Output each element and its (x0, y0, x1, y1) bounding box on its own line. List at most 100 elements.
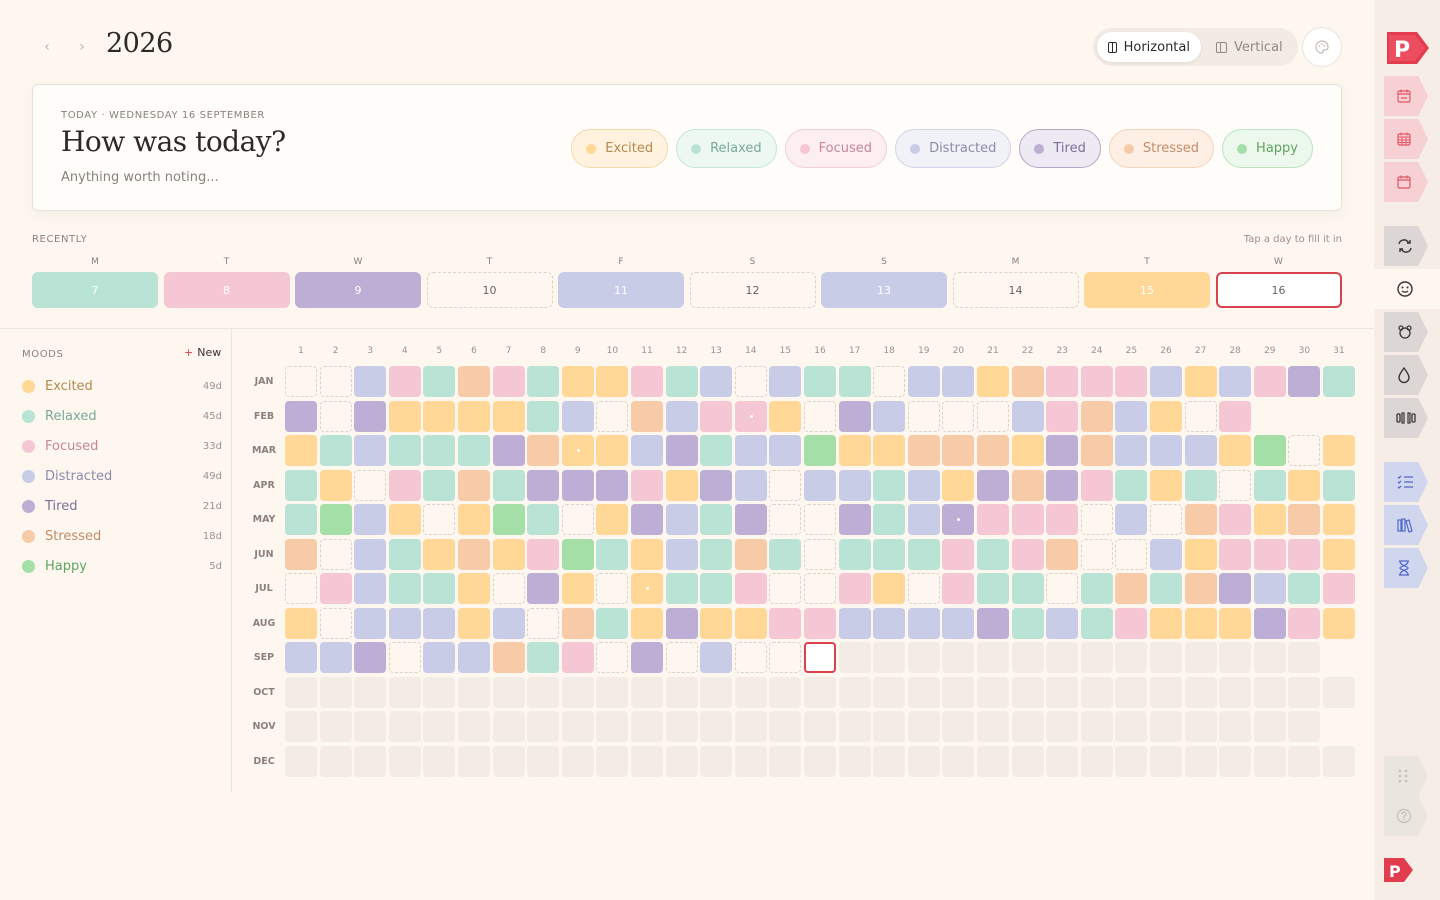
day-cell[interactable] (873, 573, 906, 604)
day-cell[interactable] (423, 366, 456, 397)
day-cell[interactable] (700, 538, 733, 570)
day-cell[interactable] (319, 366, 352, 397)
day-cell[interactable] (285, 538, 317, 570)
day-cell[interactable] (1288, 504, 1321, 535)
day-cell[interactable] (1011, 538, 1044, 570)
day-cell[interactable] (977, 573, 1009, 604)
mood-list-item[interactable]: Excited 49d (22, 376, 222, 396)
day-cell[interactable] (1115, 538, 1148, 570)
day-cell[interactable] (492, 469, 525, 501)
recent-day[interactable]: 14 (952, 272, 1079, 308)
brand-icon[interactable]: P (1384, 855, 1414, 885)
day-cell[interactable] (942, 538, 975, 570)
day-cell[interactable] (631, 504, 663, 535)
day-cell[interactable] (1219, 400, 1252, 432)
day-cell[interactable] (561, 642, 594, 673)
day-cell[interactable] (769, 469, 802, 501)
day-cell[interactable] (907, 538, 940, 570)
day-cell[interactable] (873, 366, 906, 397)
month-icon[interactable] (1384, 119, 1428, 159)
day-cell[interactable] (527, 435, 560, 466)
day-cell[interactable] (838, 607, 871, 639)
day-cell[interactable] (596, 607, 629, 639)
day-cell[interactable] (838, 538, 871, 570)
recent-day[interactable]: 12 (689, 272, 816, 308)
day-cell[interactable] (527, 642, 560, 673)
day-cell[interactable] (458, 642, 490, 673)
day-cell[interactable] (1150, 504, 1182, 535)
day-cell[interactable] (423, 469, 456, 501)
day-cell[interactable] (769, 573, 802, 604)
day-cell[interactable] (665, 435, 698, 466)
day-cell[interactable] (1115, 435, 1148, 466)
day-cell[interactable] (1219, 469, 1252, 501)
day-cell[interactable] (1011, 400, 1044, 432)
day-cell[interactable] (596, 435, 629, 466)
day-cell[interactable] (388, 538, 421, 570)
day-cell[interactable] (631, 469, 663, 501)
day-cell[interactable] (1219, 538, 1252, 570)
day-cell[interactable] (1288, 538, 1321, 570)
day-cell[interactable] (527, 607, 560, 639)
day-cell[interactable] (492, 504, 525, 535)
day-cell[interactable] (769, 366, 802, 397)
day-cell[interactable] (1150, 469, 1182, 501)
day-cell[interactable] (1323, 366, 1355, 397)
day-cell[interactable] (1288, 573, 1321, 604)
day-cell[interactable] (596, 642, 629, 673)
day-cell[interactable] (1080, 607, 1113, 639)
day-cell[interactable] (734, 435, 767, 466)
mood-list-item[interactable]: Stressed 18d (22, 526, 222, 546)
day-cell[interactable] (873, 435, 906, 466)
mood-chip-tired[interactable]: Tired (1019, 129, 1101, 168)
mood-chip-excited[interactable]: Excited (571, 129, 669, 168)
day-cell[interactable] (1046, 573, 1079, 604)
day-cell[interactable] (1288, 469, 1321, 501)
day-cell[interactable] (631, 642, 663, 673)
day-cell[interactable] (1011, 366, 1044, 397)
recent-day[interactable]: 10 (426, 272, 553, 308)
day-cell[interactable] (458, 504, 490, 535)
mood-list-item[interactable]: Distracted 49d (22, 466, 222, 486)
day-cell[interactable] (388, 607, 421, 639)
day-cell[interactable] (804, 538, 836, 570)
day-cell[interactable] (527, 538, 560, 570)
day-cell[interactable] (596, 573, 629, 604)
day-cell[interactable] (1150, 607, 1182, 639)
day-cell[interactable] (1115, 504, 1148, 535)
year-icon[interactable] (1384, 162, 1428, 202)
day-cell[interactable] (458, 538, 490, 570)
day-cell[interactable] (1288, 435, 1321, 466)
day-cell[interactable] (1046, 538, 1079, 570)
day-cell[interactable] (1323, 435, 1355, 466)
day-cell[interactable] (354, 538, 387, 570)
day-cell[interactable] (665, 366, 698, 397)
day-cell[interactable] (1115, 469, 1148, 501)
day-cell[interactable] (1219, 504, 1252, 535)
day-cell[interactable] (804, 366, 836, 397)
mood-chip-focused[interactable]: Focused (784, 129, 888, 168)
day-cell[interactable] (458, 366, 490, 397)
day-cell[interactable] (804, 642, 836, 673)
day-cell[interactable] (423, 538, 456, 570)
day-cell[interactable] (631, 607, 663, 639)
day-cell[interactable] (1288, 607, 1321, 639)
day-cell[interactable] (388, 504, 421, 535)
prev-year-button[interactable]: ‹ (36, 36, 58, 58)
day-cell[interactable] (804, 573, 836, 604)
day-cell[interactable] (285, 573, 317, 604)
day-cell[interactable] (319, 504, 352, 535)
day-cell[interactable] (596, 504, 629, 535)
day-cell[interactable] (527, 366, 560, 397)
day-cell[interactable] (838, 400, 871, 432)
day-cell[interactable] (631, 538, 663, 570)
day-cell[interactable] (1184, 366, 1217, 397)
day-cell[interactable] (1115, 366, 1148, 397)
day-cell[interactable] (319, 469, 352, 501)
mood-list-item[interactable]: Tired 21d (22, 496, 222, 516)
day-cell[interactable] (319, 400, 352, 432)
day-cell[interactable] (596, 366, 629, 397)
recent-day[interactable]: 8 (163, 272, 290, 308)
next-year-button[interactable]: › (71, 36, 93, 58)
day-cell[interactable] (354, 366, 387, 397)
